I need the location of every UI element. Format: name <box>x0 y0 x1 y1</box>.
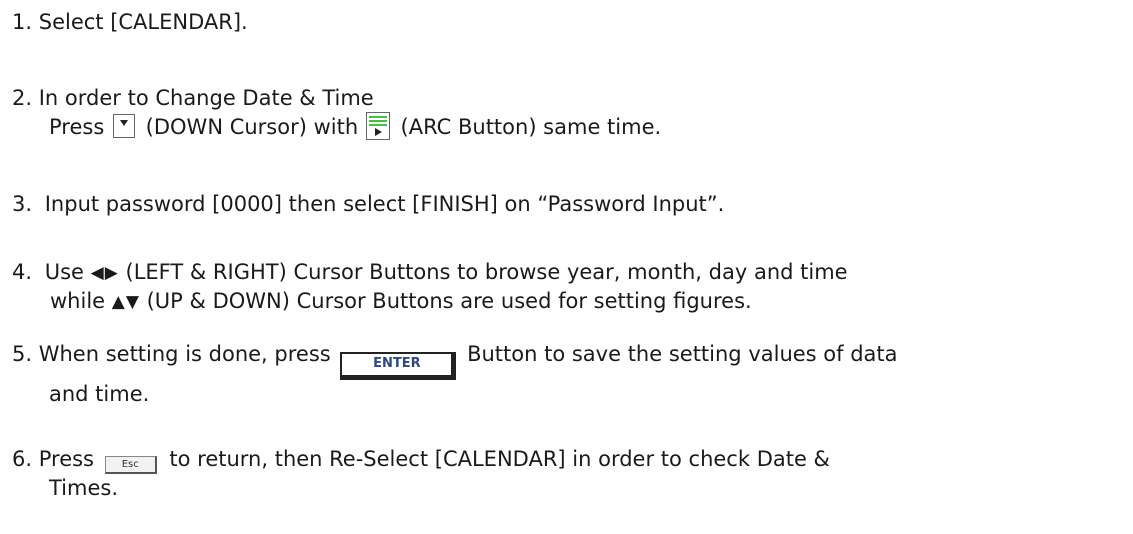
step-text: Times. <box>49 476 119 500</box>
step-text: (UP & DOWN) Cursor Buttons are used for … <box>146 289 752 313</box>
step-6-line-2: Times. <box>12 474 830 502</box>
step-4-line-1: 4. Use ◀▶ (LEFT & RIGHT) Cursor Buttons … <box>12 258 848 287</box>
step-3-line: 3. Input password [0000] then select [FI… <box>12 190 724 218</box>
step-text: Press <box>38 447 95 471</box>
step-2-line-2: Press (DOWN Cursor) with (ARC Button) sa… <box>12 112 661 141</box>
step-text: Input password [0000] then select [FINIS… <box>44 192 725 216</box>
step-text: (DOWN Cursor) with <box>145 115 359 139</box>
step-number: 5. <box>12 342 33 366</box>
step-text: When setting is done, press <box>38 342 331 366</box>
step-6-line-1: 6. Press Esc to return, then Re-Select [… <box>12 445 830 474</box>
step-text: In order to Change Date & Time <box>38 86 374 110</box>
step-6: 6. Press Esc to return, then Re-Select [… <box>12 445 830 502</box>
step-text: and time. <box>49 382 150 406</box>
step-number: 6. <box>12 447 33 471</box>
up-down-arrows-icon: ▲▼ <box>111 292 140 312</box>
step-number: 3. <box>12 192 33 216</box>
step-3: 3. Input password [0000] then select [FI… <box>12 190 724 218</box>
step-2-line-1: 2. In order to Change Date & Time <box>12 84 661 112</box>
enter-key-icon: ENTER <box>340 352 457 380</box>
step-text: Press <box>49 115 105 139</box>
left-right-arrows-icon: ◀▶ <box>90 263 119 283</box>
step-number: 2. <box>12 86 33 110</box>
step-1-line: 1. Select [CALENDAR]. <box>12 8 248 36</box>
step-text: Select [CALENDAR]. <box>38 10 248 34</box>
step-4-line-2: while ▲▼ (UP & DOWN) Cursor Buttons are … <box>12 287 848 316</box>
arc-button-icon <box>365 112 390 140</box>
step-text: while <box>50 289 106 313</box>
step-text: to return, then Re-Select [CALENDAR] in … <box>169 447 830 471</box>
step-number: 1. <box>12 10 33 34</box>
step-2: 2. In order to Change Date & Time Press … <box>12 84 661 141</box>
step-5-line-2: and time. <box>12 380 898 408</box>
step-5-line-1: 5. When setting is done, press ENTER But… <box>12 340 898 380</box>
step-text: (ARC Button) same time. <box>400 115 662 139</box>
step-text: Button to save the setting values of dat… <box>467 342 898 366</box>
step-text: Use <box>44 260 84 284</box>
esc-key-icon: Esc <box>104 456 157 474</box>
step-number: 4. <box>12 260 33 284</box>
step-4: 4. Use ◀▶ (LEFT & RIGHT) Cursor Buttons … <box>12 258 848 316</box>
step-1: 1. Select [CALENDAR]. <box>12 8 248 36</box>
step-5: 5. When setting is done, press ENTER But… <box>12 340 898 408</box>
step-text: (LEFT & RIGHT) Cursor Buttons to browse … <box>125 260 848 284</box>
down-cursor-key-icon <box>112 114 135 138</box>
